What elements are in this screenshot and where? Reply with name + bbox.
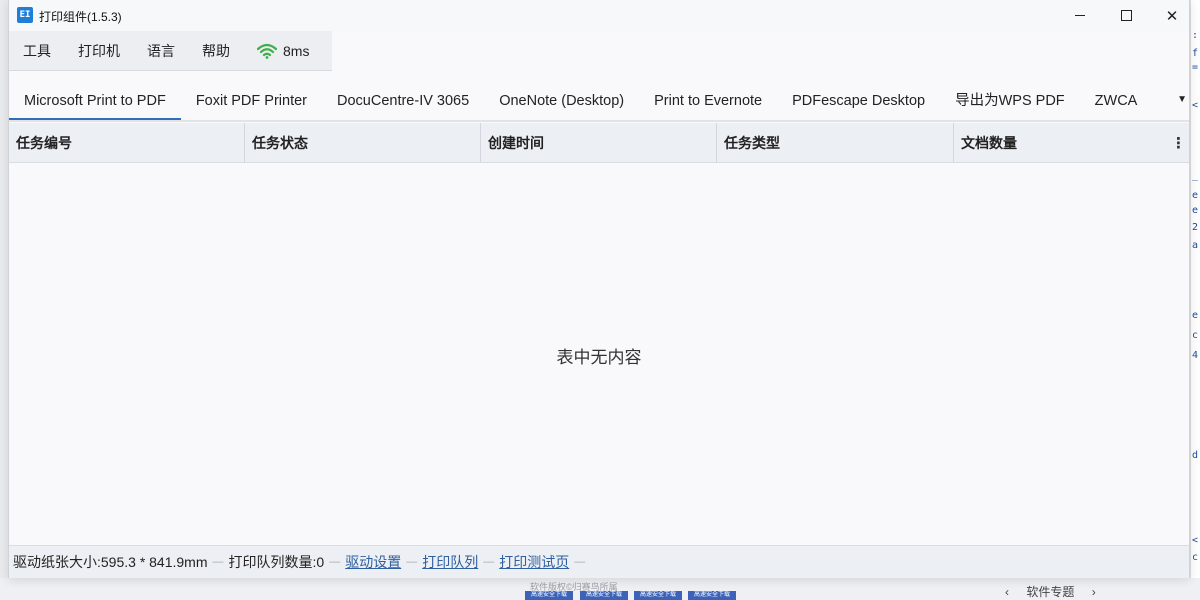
column-document-count[interactable]: 文档数量: [954, 123, 1189, 162]
tab-pdfescape-desktop[interactable]: PDFescape Desktop: [777, 86, 940, 120]
window-title: 打印组件(1.5.3): [39, 10, 122, 24]
tab-foxit-pdf-printer[interactable]: Foxit PDF Printer: [181, 86, 322, 120]
latency-value: 8ms: [283, 42, 310, 59]
background-download-button: 高速安全下载: [634, 591, 682, 600]
tab-onenote-desktop[interactable]: OneNote (Desktop): [484, 86, 639, 120]
background-editor-strip: : f = < _ e e2a ec4 d < c: [1190, 0, 1200, 600]
table-body: 表中无内容: [9, 163, 1189, 545]
background-download-button: 高速安全下载: [688, 591, 736, 600]
tab-export-wps-pdf[interactable]: 导出为WPS PDF: [940, 86, 1080, 120]
title-bar: EI 打印组件(1.5.3) ✕: [9, 0, 1189, 31]
printer-tabs: Microsoft Print to PDF Foxit PDF Printer…: [9, 86, 1189, 122]
background-nav: ‹ 软件专题 ›: [1005, 583, 1110, 600]
print-queue-link[interactable]: 打印队列: [422, 552, 478, 572]
column-task-id[interactable]: 任务编号: [9, 123, 245, 162]
separator: —: [406, 556, 418, 568]
tab-print-to-evernote[interactable]: Print to Evernote: [639, 86, 777, 120]
background-download-button: 高速安全下载: [525, 591, 573, 600]
column-menu-icon[interactable]: ⋮: [1171, 134, 1186, 152]
close-button[interactable]: ✕: [1149, 0, 1195, 31]
separator: —: [329, 556, 341, 568]
status-bar: 驱动纸张大小:595.3 * 841.9mm — 打印队列数量:0 — 驱动设置…: [9, 545, 1189, 578]
background-webpage-footer: 软件版权©归赛鸟所属 高速安全下载 高速安全下载 高速安全下载 高速安全下载 ‹…: [0, 578, 1200, 600]
empty-table-message: 表中无内容: [556, 348, 642, 367]
queue-count-text: 打印队列数量:0: [228, 554, 325, 570]
app-icon: EI: [17, 7, 33, 23]
column-task-status[interactable]: 任务状态: [245, 123, 481, 162]
tab-microsoft-print-to-pdf[interactable]: Microsoft Print to PDF: [9, 86, 181, 120]
menu-language[interactable]: 语言: [147, 41, 175, 61]
separator: —: [574, 556, 586, 568]
tab-zwca[interactable]: ZWCA: [1080, 86, 1153, 120]
menu-tools[interactable]: 工具: [23, 41, 51, 61]
paper-size-text: 驱动纸张大小:595.3 * 841.9mm: [13, 554, 208, 570]
wifi-icon: [257, 43, 277, 59]
column-created-time[interactable]: 创建时间: [481, 123, 717, 162]
separator: —: [212, 556, 224, 568]
tabs-overflow-dropdown-icon[interactable]: ▼: [1177, 94, 1187, 105]
maximize-button[interactable]: [1103, 0, 1149, 31]
column-task-type[interactable]: 任务类型: [717, 123, 954, 162]
latency-indicator: 8ms: [257, 43, 309, 59]
background-nav-label: 软件专题: [1026, 585, 1075, 599]
table-header: 任务编号 任务状态 创建时间 任务类型 文档数量 ⋮: [9, 123, 1189, 163]
print-test-page-link[interactable]: 打印测试页: [499, 552, 569, 572]
menu-bar: 工具 打印机 语言 帮助 8ms: [9, 31, 332, 71]
print-component-window: EI 打印组件(1.5.3) ✕ 工具 打印机 语言 帮助 8ms Micros…: [8, 0, 1190, 578]
minimize-button[interactable]: [1057, 0, 1103, 31]
menu-printer[interactable]: 打印机: [78, 41, 120, 61]
chevron-left-icon: ‹: [1005, 585, 1009, 599]
tab-docucentre-iv-3065[interactable]: DocuCentre-IV 3065: [322, 86, 484, 120]
driver-settings-link[interactable]: 驱动设置: [345, 552, 401, 572]
background-download-button: 高速安全下载: [580, 591, 628, 600]
menu-help[interactable]: 帮助: [202, 41, 230, 61]
chevron-right-icon: ›: [1091, 585, 1096, 599]
separator: —: [483, 556, 495, 568]
